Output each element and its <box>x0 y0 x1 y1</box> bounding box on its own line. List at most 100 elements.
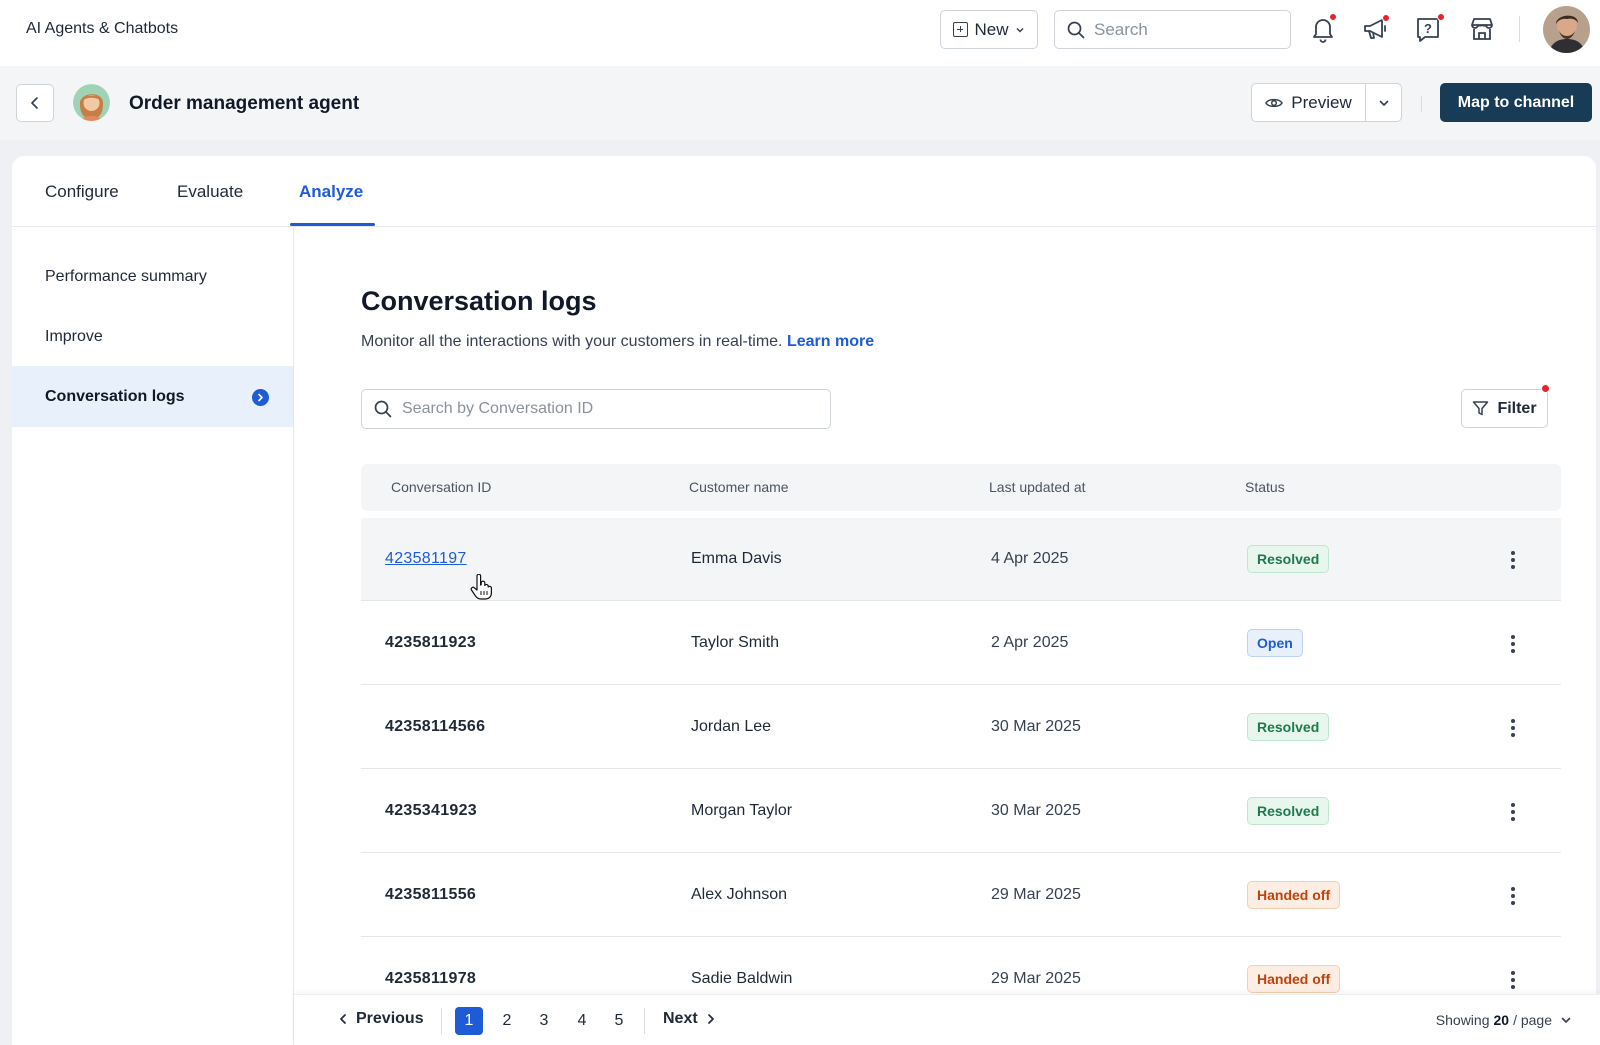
status-badge: Open <box>1247 629 1303 657</box>
next-page-button[interactable]: Next <box>663 1010 716 1028</box>
column-header-customer-name[interactable]: Customer name <box>689 479 789 495</box>
table-row[interactable]: 42358114566 Jordan Lee 30 Mar 2025 Resol… <box>361 686 1561 769</box>
customer-name: Morgan Taylor <box>691 802 793 819</box>
filter-button[interactable]: Filter <box>1461 384 1550 428</box>
sidebar-item-label: Conversation logs <box>45 387 185 405</box>
top-bar: AI Agents & Chatbots New ? <box>0 0 1600 66</box>
last-updated: 4 Apr 2025 <box>991 550 1069 567</box>
column-header-status[interactable]: Status <box>1245 479 1285 495</box>
last-updated: 30 Mar 2025 <box>991 802 1081 819</box>
marketplace-button[interactable] <box>1465 12 1499 46</box>
user-avatar-image <box>1543 6 1590 53</box>
tab-analyze[interactable]: Analyze <box>299 182 363 202</box>
page-5-button[interactable]: 5 <box>605 1007 633 1035</box>
pagination-divider <box>441 1008 442 1034</box>
pagination-bar: Previous 1 2 3 4 5 Next Showing 20 / pag… <box>294 994 1600 1045</box>
status-badge: Resolved <box>1247 797 1330 825</box>
status-badge: Resolved <box>1247 713 1330 741</box>
last-updated: 29 Mar 2025 <box>991 886 1081 903</box>
new-button[interactable]: New <box>940 10 1038 49</box>
active-tab-indicator <box>290 223 375 226</box>
page-title: Conversation logs <box>361 286 597 316</box>
filter-icon <box>1473 401 1489 416</box>
back-button[interactable] <box>16 84 54 122</box>
page-2-button[interactable]: 2 <box>493 1007 521 1035</box>
sidebar-item-performance-summary[interactable]: Performance summary <box>12 246 293 307</box>
announcements-button[interactable] <box>1359 12 1393 46</box>
page-4-button[interactable]: 4 <box>568 1007 596 1035</box>
preview-button-group: Preview <box>1251 83 1402 122</box>
description-text: Monitor all the interactions with your c… <box>361 333 783 350</box>
showing-suffix: / page <box>1513 1012 1552 1028</box>
side-navigation: Performance summary Improve Conversation… <box>12 228 294 1045</box>
row-menu-icon[interactable] <box>1501 968 1525 992</box>
customer-name: Taylor Smith <box>691 634 780 651</box>
page-size-selector[interactable]: Showing 20 / page <box>1436 1012 1572 1028</box>
conversation-id[interactable]: 4235811923 <box>385 634 476 652</box>
global-search[interactable] <box>1054 10 1291 49</box>
column-header-last-updated[interactable]: Last updated at <box>989 479 1086 495</box>
agent-header: Order management agent Preview Map to ch… <box>0 66 1600 140</box>
store-icon <box>1471 18 1493 40</box>
eye-icon <box>1265 98 1284 107</box>
search-icon <box>374 400 392 418</box>
user-avatar[interactable] <box>1543 6 1590 53</box>
notifications-button[interactable] <box>1306 12 1340 46</box>
sidebar-item-label: Improve <box>45 327 103 345</box>
preview-button[interactable]: Preview <box>1252 84 1366 121</box>
next-label: Next <box>663 1010 698 1027</box>
conversation-search-input[interactable] <box>402 400 802 418</box>
row-menu-icon[interactable] <box>1501 716 1525 740</box>
learn-more-link[interactable]: Learn more <box>787 333 874 350</box>
column-header-conversation-id[interactable]: Conversation ID <box>391 479 491 495</box>
conversation-search[interactable] <box>361 389 831 429</box>
conversation-id[interactable]: 4235811978 <box>385 970 476 988</box>
last-updated: 30 Mar 2025 <box>991 718 1081 735</box>
new-button-label: New <box>974 19 1009 39</box>
help-button[interactable]: ? <box>1411 12 1445 46</box>
row-menu-icon[interactable] <box>1501 632 1525 656</box>
page-3-button[interactable]: 3 <box>530 1007 558 1035</box>
row-menu-icon[interactable] <box>1501 548 1525 572</box>
sidebar-item-conversation-logs[interactable]: Conversation logs <box>12 366 293 427</box>
status-badge: Resolved <box>1247 545 1330 573</box>
tab-evaluate[interactable]: Evaluate <box>177 182 243 202</box>
page-description: Monitor all the interactions with your c… <box>361 333 874 351</box>
conversation-id[interactable]: 4235811556 <box>385 886 476 904</box>
sidebar-item-improve[interactable]: Improve <box>12 306 293 367</box>
global-search-input[interactable] <box>1094 19 1274 40</box>
main-card: Configure Evaluate Analyze Performance s… <box>12 156 1596 1045</box>
chevron-left-icon <box>31 97 38 109</box>
topbar-divider <box>1519 16 1520 42</box>
filter-active-dot <box>1541 384 1550 393</box>
chevron-down-icon <box>1379 100 1388 106</box>
search-icon <box>1067 21 1085 38</box>
preview-label: Preview <box>1291 92 1352 112</box>
tab-bar: Configure Evaluate Analyze <box>12 156 1596 227</box>
customer-name: Sadie Baldwin <box>691 970 793 987</box>
tab-configure[interactable]: Configure <box>45 182 119 202</box>
page-size-value: 20 <box>1493 1012 1510 1028</box>
table-row[interactable]: 423581197 Emma Davis 4 Apr 2025 Resolved <box>361 518 1561 601</box>
svg-text:?: ? <box>1424 21 1432 36</box>
preview-dropdown-button[interactable] <box>1366 84 1401 121</box>
conversation-id[interactable]: 42358114566 <box>385 718 485 736</box>
previous-page-button[interactable]: Previous <box>338 1010 424 1028</box>
table-row[interactable]: 4235811923 Taylor Smith 2 Apr 2025 Open <box>361 602 1561 685</box>
row-menu-icon[interactable] <box>1501 800 1525 824</box>
table-header: Conversation ID Customer name Last updat… <box>361 464 1561 511</box>
sidebar-item-label: Performance summary <box>45 267 207 285</box>
conversation-id-link[interactable]: 423581197 <box>385 550 467 568</box>
table-row[interactable]: 4235811556 Alex Johnson 29 Mar 2025 Hand… <box>361 854 1561 937</box>
customer-name: Emma Davis <box>691 550 782 567</box>
plus-box-icon <box>953 22 969 37</box>
row-menu-icon[interactable] <box>1501 884 1525 908</box>
page-1-button[interactable]: 1 <box>455 1007 483 1035</box>
conversation-id[interactable]: 4235341923 <box>385 802 477 820</box>
customer-name: Alex Johnson <box>691 886 788 903</box>
map-to-channel-button[interactable]: Map to channel <box>1440 83 1592 122</box>
hand-cursor-icon <box>470 574 492 600</box>
table-row[interactable]: 4235341923 Morgan Taylor 30 Mar 2025 Res… <box>361 770 1561 853</box>
notification-dot <box>1329 13 1337 21</box>
last-updated: 2 Apr 2025 <box>991 634 1069 651</box>
